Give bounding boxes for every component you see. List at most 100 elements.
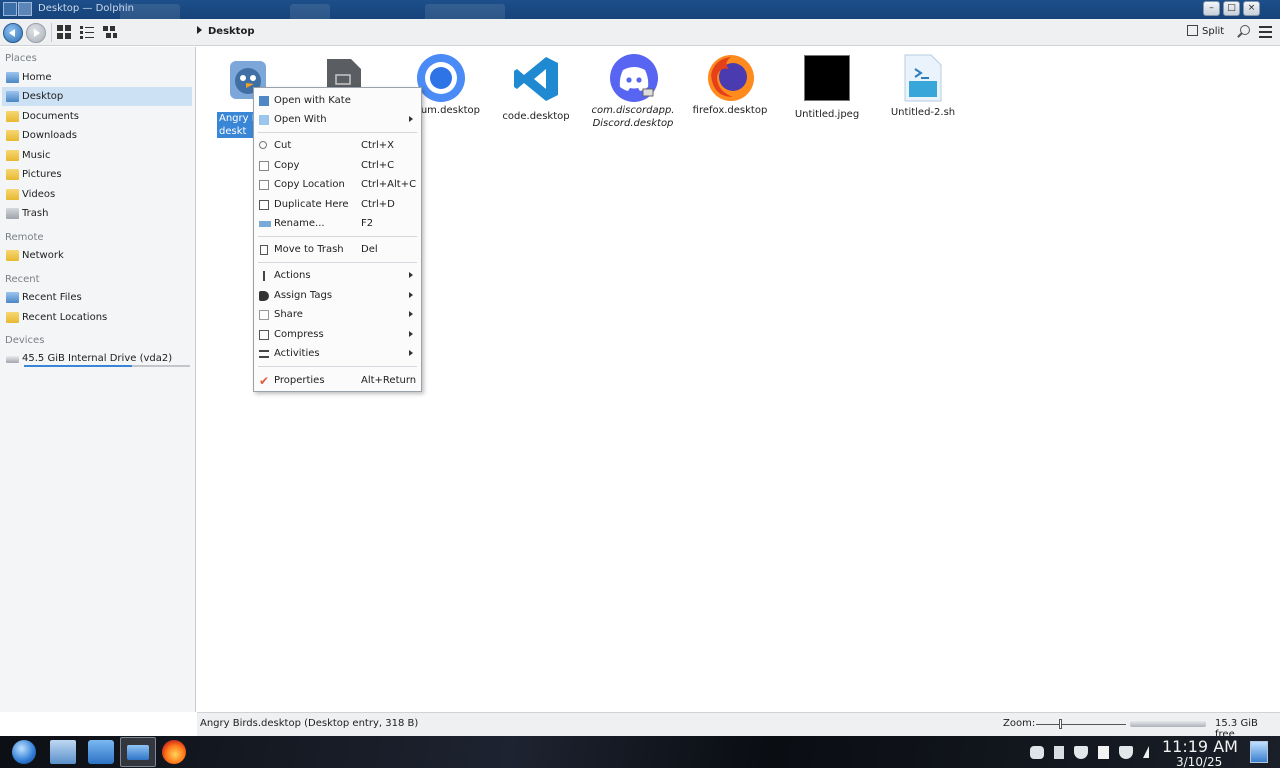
submenu-arrow-icon <box>409 116 413 122</box>
store-icon[interactable] <box>88 740 114 764</box>
menu-item-actions[interactable]: Actions <box>255 266 420 285</box>
section-devices: Devices <box>5 335 45 346</box>
trash-icon <box>260 245 268 255</box>
documents-folder-icon <box>6 111 19 122</box>
minimize-button[interactable]: – <box>1203 1 1220 16</box>
recent-locations-icon <box>6 312 19 323</box>
sidebar-item-documents[interactable]: Documents <box>2 107 192 126</box>
menu-item-compress[interactable]: Compress <box>255 325 420 344</box>
section-remote: Remote <box>5 232 44 243</box>
context-menu: Open with Kate Open With Cut Ctrl+X Copy C… <box>253 87 422 392</box>
menu-item-move-to-trash[interactable]: Move to Trash Del <box>255 240 420 259</box>
share-icon <box>259 310 269 320</box>
vscode-icon <box>512 55 560 103</box>
icons-view-button[interactable] <box>57 25 72 39</box>
file-label: firefox.desktop <box>692 105 768 116</box>
discord-tray-icon[interactable] <box>1030 746 1044 759</box>
sidebar-item-videos[interactable]: Videos <box>2 185 192 204</box>
menu-item-open-with-kate[interactable]: Open with Kate <box>255 91 420 110</box>
taskbar: 11:19 AM 3/10/25 <box>0 736 1280 768</box>
section-places: Places <box>5 53 37 64</box>
zoom-slider-track[interactable] <box>1036 724 1126 725</box>
zoom-slider-handle[interactable] <box>1059 719 1062 729</box>
pin-icon[interactable] <box>18 2 32 16</box>
menu-item-duplicate-here[interactable]: Duplicate Here Ctrl+D <box>255 195 420 214</box>
split-view-icon <box>1187 25 1198 36</box>
section-recent: Recent <box>5 274 40 285</box>
forward-button[interactable] <box>26 23 46 43</box>
file-item-untitled-jpeg[interactable]: Untitled.jpeg <box>782 55 872 121</box>
back-button[interactable] <box>3 23 23 43</box>
menu-item-copy-location[interactable]: Copy Location Ctrl+Alt+C <box>255 175 420 194</box>
hamburger-menu-icon[interactable] <box>1259 26 1272 38</box>
clock-time[interactable]: 11:19 AM <box>1162 737 1238 756</box>
compact-view-button[interactable] <box>103 25 118 39</box>
tag-icon <box>259 291 269 301</box>
menu-item-properties[interactable]: ✔ Properties Alt+Return <box>255 371 420 390</box>
file-item-firefox[interactable]: firefox.desktop <box>685 53 775 117</box>
notes-icon[interactable] <box>1098 746 1109 759</box>
home-folder-icon <box>6 72 19 83</box>
chevron-right-icon <box>197 26 202 34</box>
close-button[interactable]: × <box>1243 1 1260 16</box>
submenu-arrow-icon <box>409 272 413 278</box>
file-item-untitled-2-sh[interactable]: Untitled-2.sh <box>878 53 968 119</box>
start-orb-icon[interactable] <box>12 740 36 764</box>
file-label: Untitled.jpeg <box>794 109 860 120</box>
shell-script-icon <box>899 53 947 102</box>
chromium-icon <box>416 53 465 102</box>
maximize-button[interactable]: □ <box>1223 1 1240 16</box>
toolbar-divider <box>51 23 52 42</box>
dolphin-icon[interactable] <box>120 737 156 767</box>
submenu-arrow-icon <box>409 350 413 356</box>
places-panel: Places Home Desktop Documents Downloads … <box>0 47 196 712</box>
menu-item-share[interactable]: Share <box>255 305 420 324</box>
search-icon[interactable] <box>1236 24 1252 40</box>
shield-icon[interactable] <box>1119 746 1133 759</box>
clock-date[interactable]: 3/10/25 <box>1176 755 1222 768</box>
menu-item-assign-tags[interactable]: Assign Tags <box>255 286 420 305</box>
sidebar-item-recent-files[interactable]: Recent Files <box>2 288 192 307</box>
file-label: com.discordapp. Discord.desktop <box>591 105 675 129</box>
sidebar-item-recent-locations[interactable]: Recent Locations <box>2 308 192 327</box>
music-folder-icon <box>6 150 19 161</box>
cursor-icon[interactable] <box>1143 746 1149 758</box>
breadcrumb[interactable]: Desktop <box>197 26 255 37</box>
submenu-arrow-icon <box>409 311 413 317</box>
firefox-icon[interactable] <box>162 740 186 764</box>
shield-icon[interactable] <box>1074 746 1088 759</box>
file-item-code[interactable]: code.desktop <box>491 55 581 123</box>
activities-icon <box>259 350 269 358</box>
split-button[interactable]: Split <box>1187 25 1224 37</box>
sidebar-item-downloads[interactable]: Downloads <box>2 126 192 145</box>
sidebar-item-network[interactable]: Network <box>2 246 192 265</box>
menu-item-copy[interactable]: Copy Ctrl+C <box>255 156 420 175</box>
menu-item-open-with[interactable]: Open With <box>255 110 420 129</box>
show-desktop-icon[interactable] <box>1250 741 1268 763</box>
file-item-discord[interactable]: com.discordapp. Discord.desktop <box>588 53 678 130</box>
menu-item-activities[interactable]: Activities <box>255 344 420 363</box>
window-menu-icon[interactable] <box>3 2 17 16</box>
clipboard-icon[interactable] <box>1054 746 1064 759</box>
free-space-bar <box>1130 721 1206 727</box>
breadcrumb-desktop[interactable]: Desktop <box>208 26 255 37</box>
menu-separator <box>258 236 417 237</box>
split-label: Split <box>1202 26 1225 37</box>
sidebar-item-internal-drive[interactable]: 45.5 GiB Internal Drive (vda2) <box>2 349 192 368</box>
sidebar-item-trash[interactable]: Trash <box>2 204 192 223</box>
details-view-button[interactable] <box>80 25 95 39</box>
system-settings-icon[interactable] <box>50 740 76 764</box>
file-label: code.desktop <box>502 111 570 122</box>
sidebar-item-pictures[interactable]: Pictures <box>2 165 192 184</box>
menu-item-rename[interactable]: Rename... F2 <box>255 214 420 233</box>
submenu-arrow-icon <box>409 331 413 337</box>
sidebar-item-music[interactable]: Music <box>2 146 192 165</box>
trash-icon <box>6 208 19 219</box>
sidebar-item-home[interactable]: Home <box>2 68 192 87</box>
rename-icon <box>259 221 271 227</box>
menu-separator <box>258 262 417 263</box>
status-bar: Angry Birds.desktop (Desktop entry, 318 … <box>197 712 1280 740</box>
menu-item-cut[interactable]: Cut Ctrl+X <box>255 136 420 155</box>
sidebar-item-desktop[interactable]: Desktop <box>2 87 192 106</box>
drive-usage-bar <box>24 365 190 367</box>
